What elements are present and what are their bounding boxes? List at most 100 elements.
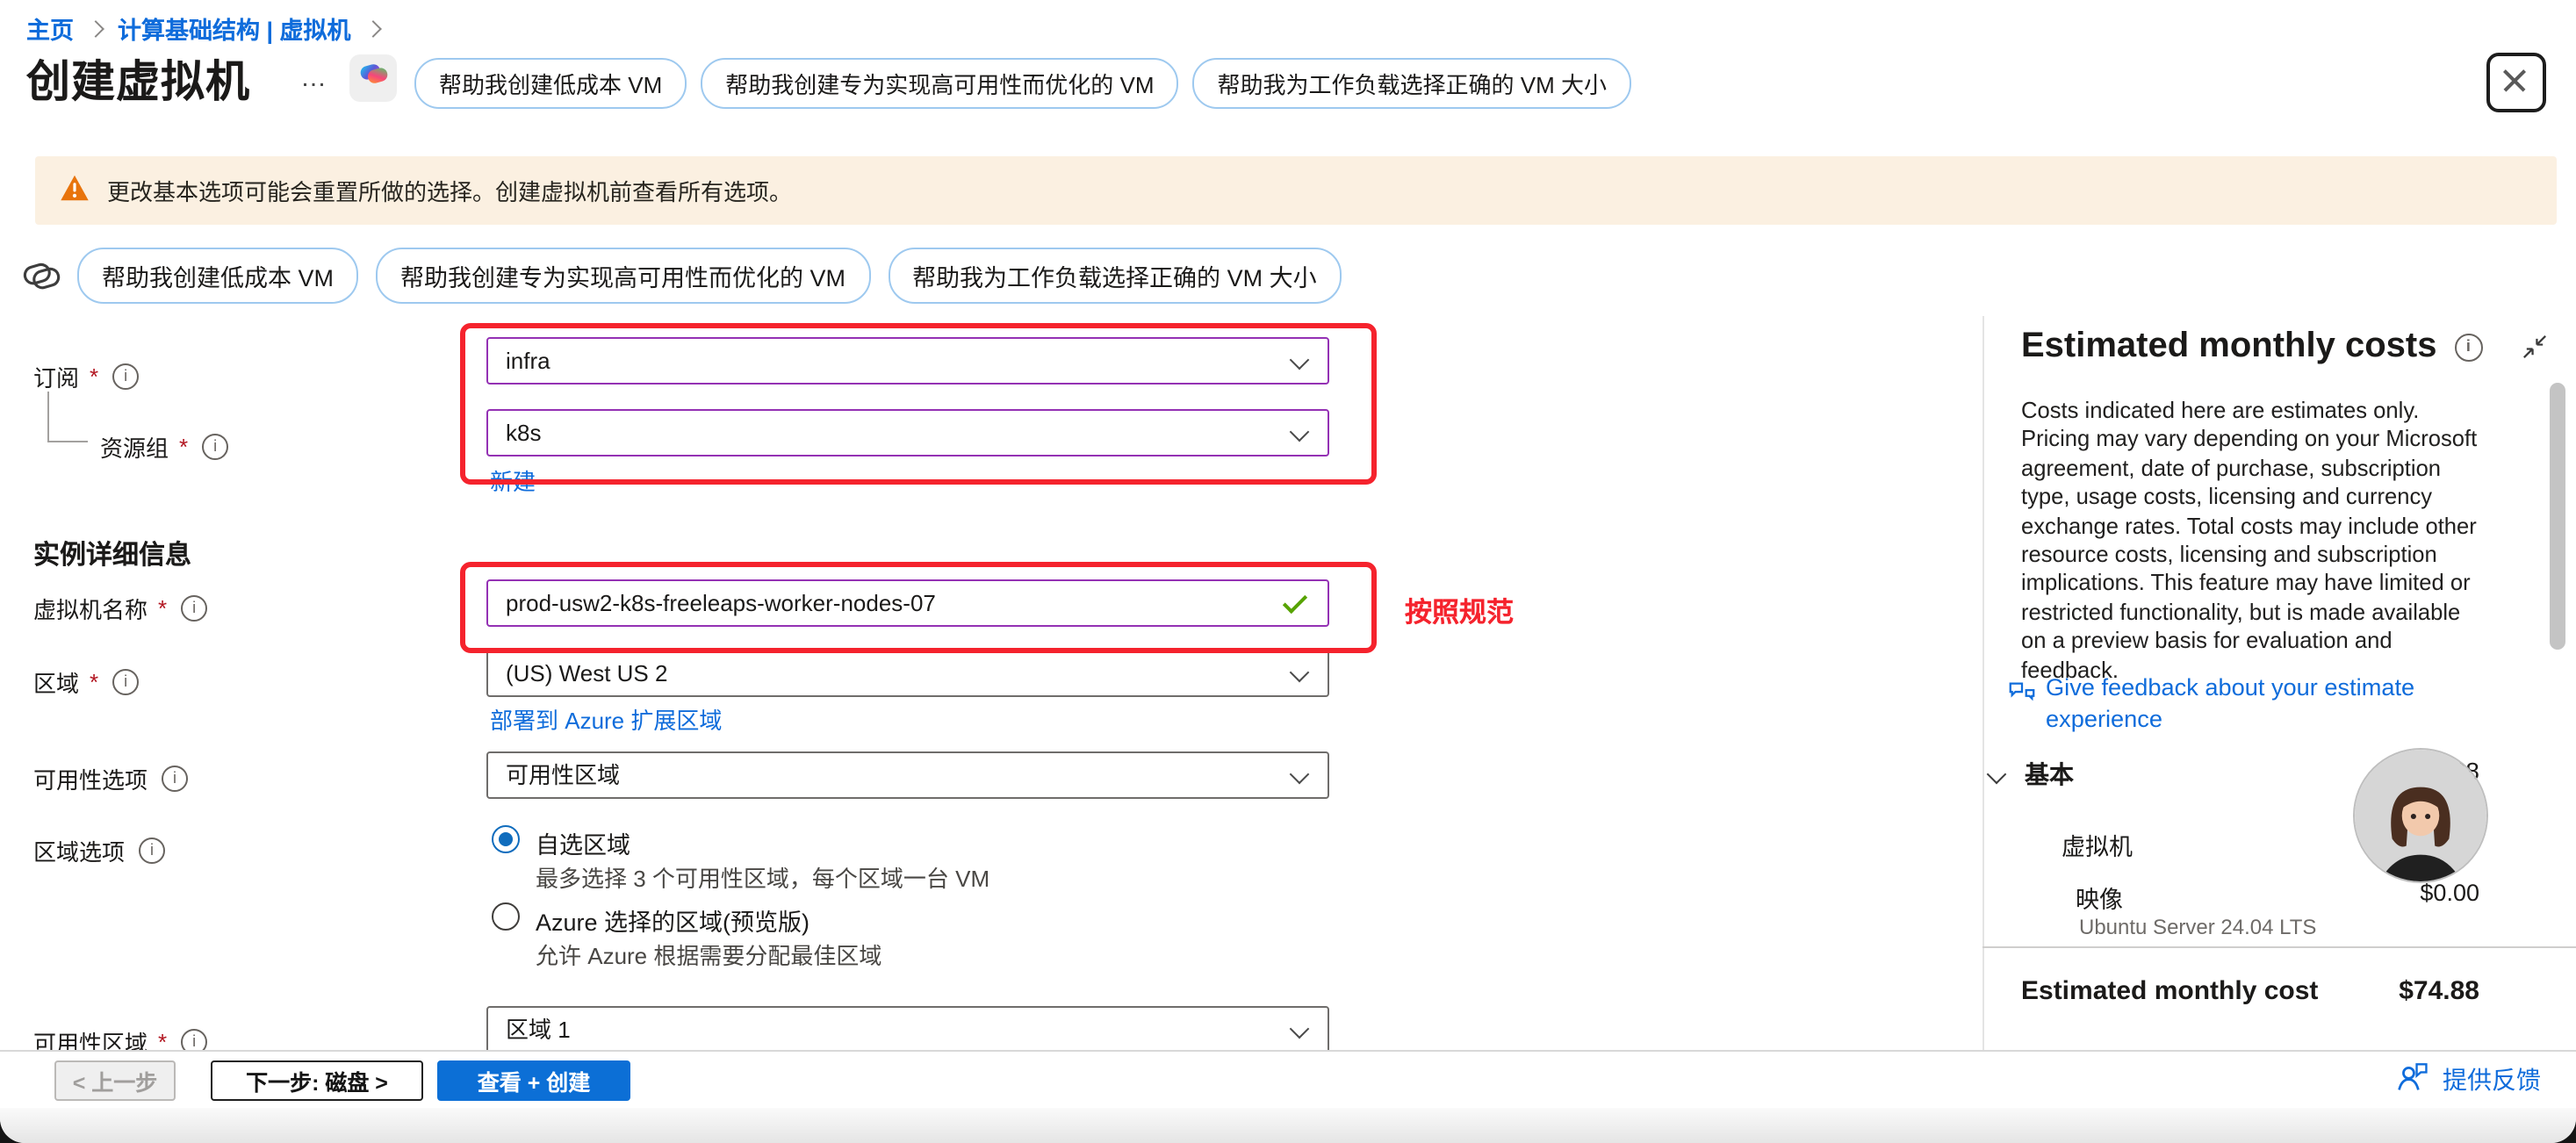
estimate-feedback-link[interactable]: Give feedback about your estimate experi… [2046, 672, 2485, 734]
presenter-avatar [2355, 750, 2486, 881]
suggestion-right-vm-size[interactable]: 帮助我为工作负载选择正确的 VM 大小 [888, 248, 1342, 304]
info-icon[interactable]: i [112, 669, 139, 695]
info-icon[interactable]: i [2454, 333, 2482, 361]
costs-disclaimer: Costs indicated here are estimates only.… [2021, 397, 2481, 685]
zone-options-label: 区域选项 i [33, 834, 165, 867]
warning-text: 更改基本选项可能会重置所做的选择。创建虚拟机前查看所有选项。 [107, 174, 792, 207]
radio-azure-selected-zones-label[interactable]: Azure 选择的区域(预览版) [536, 902, 809, 938]
vm-name-value: prod-usw2-k8s-freeleaps-worker-nodes-07 [506, 590, 936, 616]
warning-icon [60, 174, 90, 207]
chevron-down-icon [1290, 350, 1310, 370]
required-asterisk: * [158, 595, 167, 622]
info-icon[interactable]: i [162, 766, 188, 792]
availability-zone-value: 区域 1 [506, 1017, 571, 1043]
total-cost-label: Estimated monthly cost [2021, 976, 2318, 1006]
resource-group-label-text: 资源组 [100, 430, 169, 464]
required-asterisk: * [90, 669, 98, 695]
costs-panel-title: Estimated monthly costs i [2021, 327, 2482, 367]
valid-check-icon [1283, 589, 1307, 614]
chevron-right-icon [87, 20, 104, 38]
provide-feedback-label: 提供反馈 [2443, 1061, 2541, 1096]
region-value: (US) West US 2 [506, 660, 667, 687]
suggestion-high-availability-vm[interactable]: 帮助我创建专为实现高可用性而优化的 VM [701, 58, 1178, 109]
chevron-down-icon[interactable] [1987, 765, 2007, 785]
more-options-button[interactable]: … [300, 63, 328, 93]
copilot-icon [357, 58, 389, 98]
vm-name-label-text: 虚拟机名称 [33, 592, 148, 625]
copilot-outline-icon [21, 255, 61, 304]
annotation-note: 按照规范 [1405, 592, 1514, 630]
resource-group-label: 资源组 * i [100, 430, 228, 464]
next-disks-button[interactable]: 下一步: 磁盘 > [211, 1060, 423, 1101]
subscription-label-text: 订阅 [33, 360, 79, 393]
panel-divider [1982, 316, 1984, 1050]
cost-vm-label: 虚拟机 [2062, 827, 2133, 862]
chevron-right-icon [364, 20, 382, 38]
breadcrumb: 主页 计算基础结构 | 虚拟机 [26, 11, 379, 46]
info-icon[interactable]: i [112, 363, 139, 390]
region-label-text: 区域 [33, 665, 79, 699]
subscription-dropdown[interactable]: infra [486, 337, 1329, 385]
deploy-extended-zones-link[interactable]: 部署到 Azure 扩展区域 [490, 702, 722, 736]
create-new-resource-group-link[interactable]: 新建 [490, 464, 536, 497]
info-icon[interactable]: i [139, 837, 165, 864]
previous-button[interactable]: < 上一步 [54, 1060, 176, 1101]
cost-image-value: $0.00 [2420, 880, 2479, 906]
person-feedback-icon [2395, 1059, 2430, 1099]
chevron-down-icon [1290, 1019, 1310, 1039]
vm-name-input[interactable]: prod-usw2-k8s-freeleaps-worker-nodes-07 [486, 579, 1329, 627]
radio-self-selected-zones-desc: 最多选择 3 个可用性区域，每个区域一台 VM [536, 860, 989, 894]
region-label: 区域 * i [33, 665, 139, 699]
region-dropdown[interactable]: (US) West US 2 [486, 650, 1329, 697]
cost-image-label: 映像 [2076, 880, 2123, 915]
resource-group-value: k8s [506, 420, 541, 446]
availability-zone-dropdown[interactable]: 区域 1 [486, 1006, 1329, 1053]
availability-value: 可用性区域 [506, 762, 620, 788]
chevron-down-icon [1290, 422, 1310, 442]
review-create-button[interactable]: 查看 + 创建 [437, 1060, 630, 1101]
radio-azure-selected-zones[interactable] [492, 902, 520, 931]
suggestion-low-cost-vm[interactable]: 帮助我创建低成本 VM [414, 58, 687, 109]
scrollbar-thumb[interactable] [2550, 383, 2565, 650]
collapse-panel-icon[interactable] [2522, 334, 2548, 369]
copilot-suggestions-top: 帮助我创建低成本 VM 帮助我创建专为实现高可用性而优化的 VM 帮助我为工作负… [414, 58, 1631, 109]
subscription-value: infra [506, 348, 550, 374]
zone-options-label-text: 区域选项 [33, 834, 125, 867]
instance-details-heading: 实例详细信息 [33, 536, 191, 572]
resource-group-dropdown[interactable]: k8s [486, 409, 1329, 456]
required-asterisk: * [179, 434, 188, 460]
costs-panel-title-text: Estimated monthly costs [2021, 327, 2436, 367]
tree-connector [47, 441, 88, 442]
subscription-label: 订阅 * i [33, 360, 139, 393]
breadcrumb-section-link[interactable]: 计算基础结构 | 虚拟机 [118, 11, 351, 46]
availability-options-label: 可用性选项 i [33, 762, 188, 795]
window-bottom-band [0, 1108, 2576, 1143]
required-asterisk: * [90, 363, 98, 390]
radio-self-selected-zones-label[interactable]: 自选区域 [536, 825, 630, 860]
copilot-button[interactable] [349, 54, 397, 102]
radio-self-selected-zones[interactable] [492, 825, 520, 853]
close-button[interactable] [2486, 53, 2546, 112]
panel-row-divider [1982, 946, 2576, 948]
provide-feedback-link[interactable]: 提供反馈 [2395, 1059, 2541, 1099]
page-title: 创建虚拟机 [26, 47, 250, 111]
create-vm-blade: 主页 计算基础结构 | 虚拟机 创建虚拟机 … 帮助我创建低成本 [0, 0, 2576, 1143]
total-cost-value: $74.88 [2399, 976, 2479, 1006]
info-icon[interactable]: i [202, 434, 228, 460]
vm-name-label: 虚拟机名称 * i [33, 592, 207, 625]
availability-options-dropdown[interactable]: 可用性区域 [486, 751, 1329, 799]
availability-label-text: 可用性选项 [33, 762, 148, 795]
radio-azure-selected-zones-desc: 允许 Azure 根据需要分配最佳区域 [536, 938, 881, 971]
info-icon[interactable]: i [181, 595, 207, 622]
suggestion-high-availability-vm[interactable]: 帮助我创建专为实现高可用性而优化的 VM [376, 248, 870, 304]
chevron-down-icon [1290, 765, 1310, 785]
feedback-bubbles-icon [2007, 678, 2037, 716]
breadcrumb-home-link[interactable]: 主页 [26, 11, 74, 46]
cost-group-label[interactable]: 基本 [2025, 757, 2074, 792]
suggestion-low-cost-vm[interactable]: 帮助我创建低成本 VM [77, 248, 358, 304]
chevron-down-icon [1290, 663, 1310, 683]
copilot-suggestions-inline: 帮助我创建低成本 VM 帮助我创建专为实现高可用性而优化的 VM 帮助我为工作负… [77, 248, 1342, 304]
tree-connector [47, 392, 49, 441]
suggestion-right-vm-size[interactable]: 帮助我为工作负载选择正确的 VM 大小 [1193, 58, 1631, 109]
footer-bar: < 上一步 下一步: 磁盘 > 查看 + 创建 提供反馈 [0, 1052, 2576, 1108]
